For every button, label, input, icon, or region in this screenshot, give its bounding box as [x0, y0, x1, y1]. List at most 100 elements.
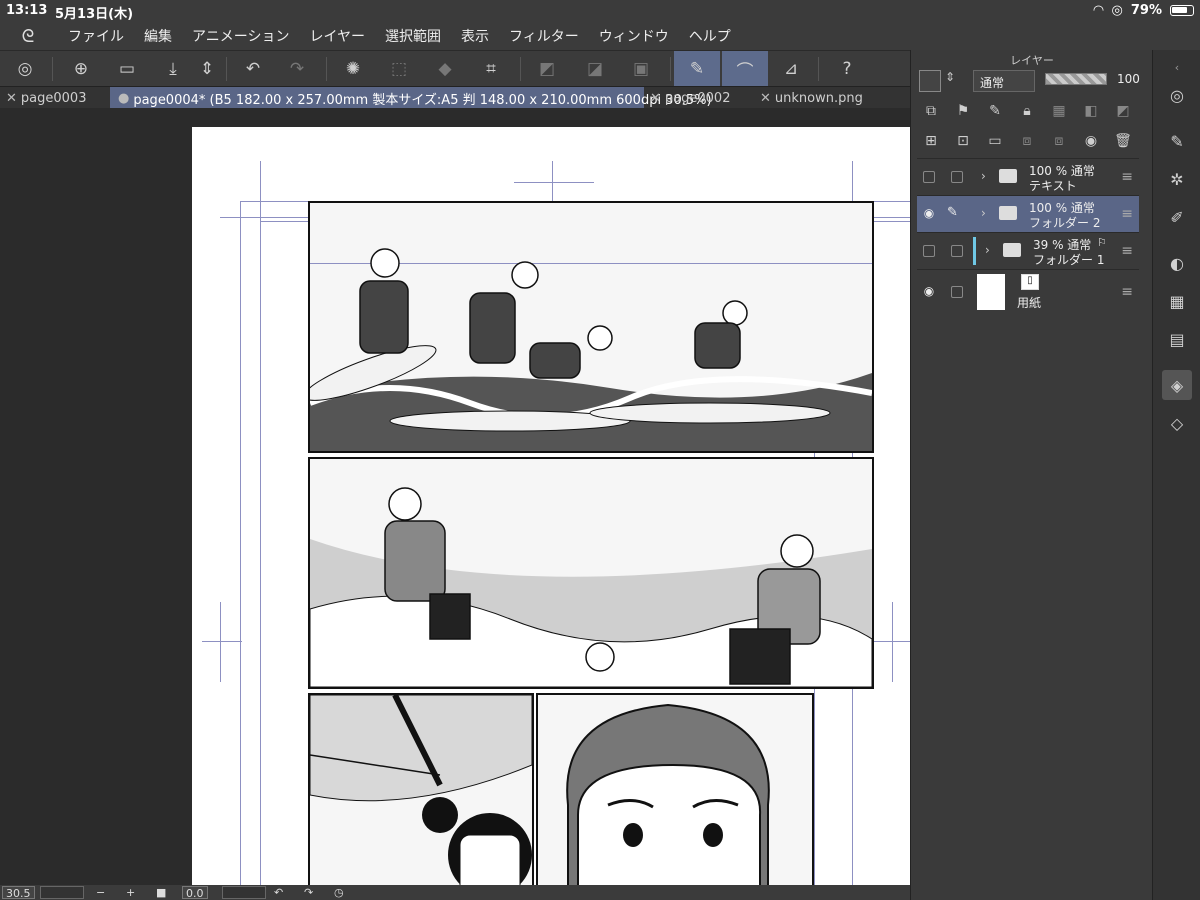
close-icon[interactable]: ✕ — [650, 91, 661, 106]
navigator-icon[interactable]: ◎ — [1162, 80, 1192, 110]
help-icon[interactable]: ? — [832, 54, 862, 84]
app-logo-icon[interactable]: ᘓ — [8, 26, 48, 47]
brush-settings-icon[interactable]: ✲ — [1162, 164, 1192, 194]
chevron-left-icon[interactable]: ‹ — [1162, 52, 1192, 82]
fit-icon[interactable]: ■ — [156, 886, 166, 899]
drag-handle-icon[interactable]: ≡ — [1121, 206, 1133, 222]
new-file-icon[interactable]: ⊕ — [66, 54, 96, 84]
loading-icon[interactable]: ✺ — [338, 54, 368, 84]
open-file-icon[interactable]: ▭ — [112, 54, 142, 84]
menu-selection[interactable]: 選択範囲 — [385, 26, 441, 46]
menu-view[interactable]: 表示 — [461, 26, 489, 46]
drag-handle-icon[interactable]: ≡ — [1121, 243, 1133, 259]
brush-size-icon[interactable]: ✐ — [1162, 202, 1192, 232]
edit-toggle[interactable] — [951, 171, 963, 183]
visibility-toggle[interactable] — [923, 171, 935, 183]
drag-handle-icon[interactable]: ≡ — [1121, 284, 1133, 300]
folder-icon — [999, 206, 1017, 220]
crop-icon[interactable]: ◩ — [532, 54, 562, 84]
menu-edit[interactable]: 編集 — [144, 26, 172, 46]
rotation-slider[interactable] — [222, 886, 266, 899]
edit-toggle[interactable] — [951, 245, 963, 257]
new-raster-layer-icon[interactable]: ⊞ — [919, 129, 943, 153]
manga-page[interactable] — [192, 127, 910, 885]
opacity-slider[interactable] — [1045, 73, 1107, 85]
comic-panel-boy[interactable] — [536, 693, 814, 885]
timeline-icon[interactable]: ▤ — [1162, 324, 1192, 354]
comic-panel-girl[interactable] — [308, 693, 534, 885]
save-options-icon[interactable]: ⇕ — [192, 54, 222, 84]
invert-selection-icon[interactable]: ◪ — [580, 54, 610, 84]
lock-transparency-icon[interactable]: ▦ — [1047, 99, 1071, 123]
mask-enable-icon[interactable]: ◧ — [1079, 99, 1103, 123]
layer-color-swatch[interactable] — [919, 70, 941, 92]
tab-page0002[interactable]: ✕ page0002 — [650, 87, 750, 109]
layer-row-folder1[interactable]: › 39 % 通常 フォルダー 1 ⚐ ≡ — [917, 232, 1139, 269]
clear-selection-icon[interactable]: ⬚ — [384, 54, 414, 84]
chevron-right-icon[interactable]: › — [981, 169, 986, 183]
zoom-in-icon[interactable]: + — [126, 886, 135, 899]
brush-mode-icon[interactable]: ⌒ — [722, 51, 768, 87]
merge-down-icon[interactable]: ⧈ — [1015, 129, 1039, 153]
reference-layer-icon[interactable]: ⚑ — [951, 99, 975, 123]
rotation-field[interactable]: 0.0 — [182, 886, 208, 900]
menu-file[interactable]: ファイル — [68, 26, 124, 46]
chevron-right-icon[interactable]: › — [981, 206, 986, 220]
new-vector-layer-icon[interactable]: ⊡ — [951, 129, 975, 153]
fill-icon[interactable]: ◆ — [430, 54, 460, 84]
menu-layer[interactable]: レイヤー — [309, 26, 365, 46]
eye-icon[interactable]: ◉ — [921, 284, 937, 298]
ruler-icon[interactable]: ⊿ — [776, 54, 806, 84]
layer-row-paper[interactable]: ◉ ▯ 用紙 ≡ — [917, 269, 1139, 313]
ruler-layer-icon[interactable]: ◩ — [1111, 99, 1135, 123]
visibility-toggle[interactable] — [923, 245, 935, 257]
blend-mode-select[interactable]: 通常 — [973, 70, 1035, 92]
opacity-value[interactable]: 100 — [1117, 72, 1140, 86]
lock-icon[interactable]: 🔒︎ — [1015, 99, 1039, 123]
canvas-area[interactable] — [0, 108, 910, 885]
layers-icon[interactable]: ◈ — [1162, 370, 1192, 400]
zoom-slider[interactable] — [40, 886, 84, 899]
close-icon[interactable]: ✕ — [6, 91, 17, 106]
zoom-field[interactable]: 30.5 — [2, 886, 35, 900]
layer-property-icon[interactable]: ◇ — [1162, 408, 1192, 438]
tab-page0004[interactable]: ● page0004* (B5 182.00 x 257.00mm 製本サイズ:… — [110, 87, 712, 109]
tab-unknown-png[interactable]: ✕ unknown.png — [760, 87, 870, 109]
menu-window[interactable]: ウィンドウ — [599, 26, 669, 46]
updown-icon[interactable]: ⇕ — [945, 70, 955, 84]
layer-mask-icon[interactable]: ◉ — [1079, 129, 1103, 153]
clip-layer-icon[interactable]: ⧉ — [919, 99, 943, 123]
new-folder-icon[interactable]: ▭ — [983, 129, 1007, 153]
comic-panel-waves[interactable] — [308, 457, 874, 689]
menu-filter[interactable]: フィルター — [509, 26, 579, 46]
layer-row-text[interactable]: › 100 % 通常 テキスト ≡ — [917, 158, 1139, 195]
zoom-out-icon[interactable]: − — [96, 886, 105, 899]
transform-icon[interactable]: ⌗ — [476, 54, 506, 84]
rotate-left-icon[interactable]: ↶ — [274, 886, 283, 899]
merge-selected-icon[interactable]: ⧈ — [1047, 129, 1071, 153]
tab-page0003[interactable]: ✕ page0003 — [6, 87, 106, 109]
menu-animation[interactable]: アニメーション — [192, 26, 289, 46]
edit-toggle[interactable] — [951, 286, 963, 298]
delete-layer-icon[interactable]: 🗑︎ — [1111, 129, 1135, 153]
save-icon[interactable]: ⤓ — [158, 54, 188, 84]
drag-handle-icon[interactable]: ≡ — [1121, 169, 1133, 185]
pen-mode-icon[interactable]: ✎ — [674, 51, 720, 87]
chevron-right-icon[interactable]: › — [985, 243, 990, 257]
rotate-right-icon[interactable]: ↷ — [304, 886, 313, 899]
selection-border-icon[interactable]: ▣ — [626, 54, 656, 84]
tool-property-icon[interactable]: ✎ — [1162, 126, 1192, 156]
color-set-icon[interactable]: ▦ — [1162, 286, 1192, 316]
draft-layer-icon[interactable]: ✎ — [983, 99, 1007, 123]
close-icon[interactable]: ✕ — [760, 91, 771, 106]
comic-panel-surfers[interactable] — [308, 201, 874, 453]
mask-icon: ⚐ — [1097, 236, 1107, 249]
menu-help[interactable]: ヘルプ — [689, 26, 731, 46]
layer-row-folder2[interactable]: ◉ ✎ › 100 % 通常 フォルダー 2 ≡ — [917, 195, 1139, 232]
clip-studio-icon[interactable]: ◎ — [10, 54, 40, 84]
color-wheel-icon[interactable]: ◐ — [1162, 248, 1192, 278]
eye-icon[interactable]: ◉ — [921, 206, 937, 220]
reset-rotation-icon[interactable]: ◷ — [334, 886, 344, 899]
undo-icon[interactable]: ↶ — [238, 54, 268, 84]
redo-icon[interactable]: ↷ — [282, 54, 312, 84]
